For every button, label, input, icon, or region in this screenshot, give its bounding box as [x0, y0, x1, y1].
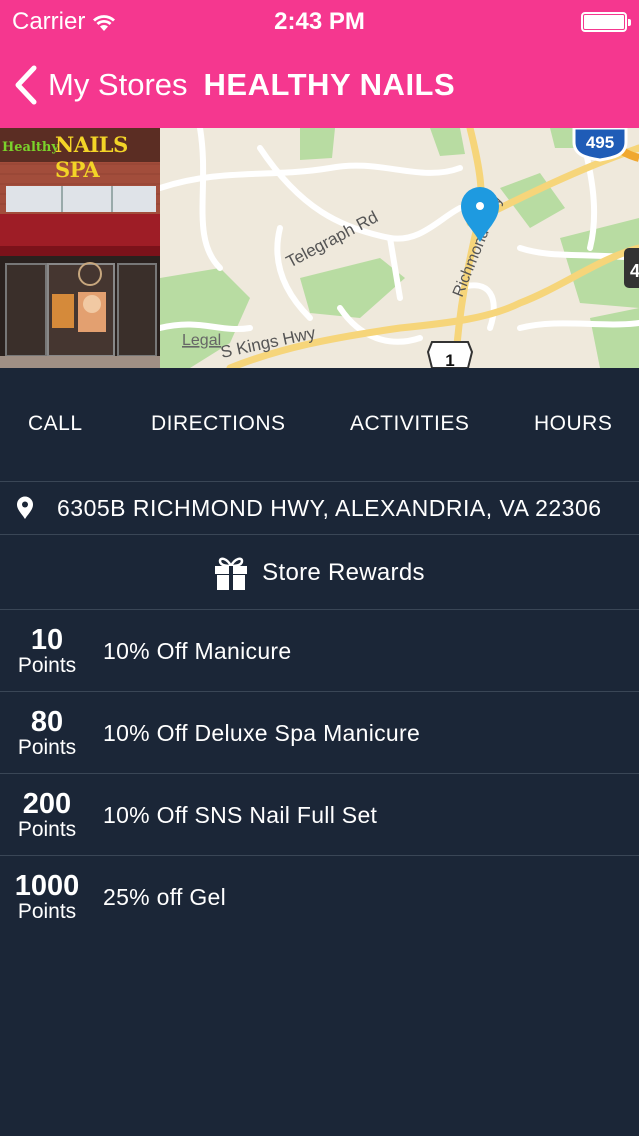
reward-label: 10% Off SNS Nail Full Set [103, 802, 378, 828]
store-address: 6305B RICHMOND HWY, ALEXANDRIA, VA 22306 [57, 494, 602, 521]
address-row[interactable]: 6305B RICHMOND HWY, ALEXANDRIA, VA 22306 [0, 481, 639, 535]
status-time: 2:43 PM [274, 8, 365, 35]
store-hero: Healthy NAILS SPA Telegraph Rd Richmond … [0, 128, 639, 368]
reward-item[interactable]: 80 Points 10% Off Deluxe Spa Manicure [0, 692, 639, 774]
map-edge-badge: 4 [624, 248, 639, 288]
store-sign-main: NAILS SPA [55, 132, 128, 182]
route-shield-icon: 1 [426, 341, 474, 368]
svg-text:495: 495 [586, 133, 614, 152]
tab-directions[interactable]: DIRECTIONS [151, 368, 286, 480]
store-map[interactable]: Telegraph Rd Richmond Hwy S Kings Hwy Le… [160, 128, 639, 368]
map-pin-icon [17, 496, 33, 519]
status-bar: Carrier 2:43 PM [0, 0, 639, 42]
points-value: 1000 [14, 870, 80, 902]
chevron-left-icon [15, 65, 37, 105]
store-action-tabs: CALL DIRECTIONS ACTIVITIES HOURS [0, 368, 639, 480]
rewards-title: Store Rewards [262, 558, 425, 586]
navigation-bar: My Stores HEALTHY NAILS [0, 42, 639, 128]
points-value: 10 [30, 624, 64, 656]
points-badge: 200 Points [0, 790, 94, 841]
tab-activities[interactable]: ACTIVITIES [350, 368, 469, 480]
points-unit: Points [17, 818, 77, 841]
reward-label: 25% off Gel [103, 884, 227, 910]
reward-item[interactable]: 1000 Points 25% off Gel [0, 856, 639, 938]
svg-text:1: 1 [445, 351, 454, 368]
points-unit: Points [17, 736, 77, 759]
points-badge: 10 Points [0, 626, 94, 677]
store-photo: Healthy NAILS SPA [0, 128, 160, 368]
rewards-header: Store Rewards [0, 536, 639, 610]
map-legal-link[interactable]: Legal [182, 332, 221, 349]
back-button[interactable]: My Stores [14, 65, 188, 105]
page-title: HEALTHY NAILS [203, 67, 456, 102]
back-label: My Stores [48, 67, 188, 102]
svg-text:4: 4 [630, 261, 639, 281]
store-sign-prefix: Healthy [2, 140, 59, 155]
location-pin-icon[interactable] [461, 187, 499, 242]
points-value: 80 [30, 706, 64, 738]
tab-call[interactable]: CALL [28, 368, 83, 480]
points-badge: 1000 Points [0, 872, 94, 923]
reward-label: 10% Off Manicure [103, 638, 292, 664]
points-badge: 80 Points [0, 708, 94, 759]
gift-icon [215, 556, 248, 590]
points-value: 200 [22, 788, 72, 820]
points-unit: Points [17, 900, 77, 923]
battery-icon [581, 12, 631, 32]
points-unit: Points [17, 654, 77, 677]
reward-item[interactable]: 10 Points 10% Off Manicure [0, 610, 639, 692]
tab-hours[interactable]: HOURS [534, 368, 612, 480]
interstate-shield-icon: 495 [572, 128, 628, 162]
reward-label: 10% Off Deluxe Spa Manicure [103, 720, 421, 746]
reward-item[interactable]: 200 Points 10% Off SNS Nail Full Set [0, 774, 639, 856]
rewards-list: 10 Points 10% Off Manicure 80 Points 10%… [0, 610, 639, 938]
